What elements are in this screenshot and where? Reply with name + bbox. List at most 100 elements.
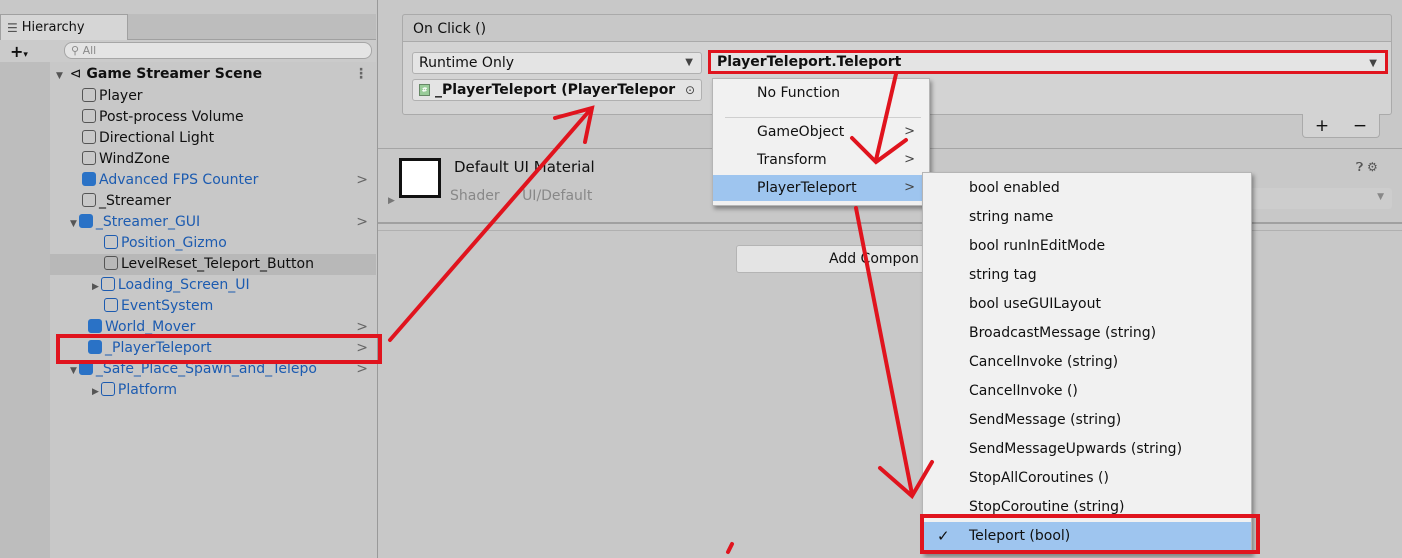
menu-item-cancelinvoke-string[interactable]: CancelInvoke (string): [923, 348, 1251, 376]
menu-item-sendmessage[interactable]: SendMessage (string): [923, 406, 1251, 434]
foldout-closed-icon[interactable]: ▶: [92, 387, 99, 397]
item-label: WindZone: [99, 151, 170, 167]
prefab-cube-icon: [82, 172, 96, 186]
item-label: Platform: [117, 382, 177, 398]
prefab-cube-icon: [78, 214, 93, 228]
foldout-open-icon[interactable]: ▼: [70, 219, 77, 229]
shader-label: Shader: [450, 188, 500, 204]
foldout-closed-icon[interactable]: ▶: [388, 196, 395, 206]
kebab-menu-icon[interactable]: ⋮: [354, 64, 368, 85]
onclick-header: On Click (): [402, 14, 1392, 42]
menu-item-bool-runineditmode[interactable]: bool runInEditMode: [923, 232, 1251, 260]
hierarchy-item-streamer-gui[interactable]: ▼ _Streamer_GUI >: [50, 212, 376, 233]
search-icon: ⚲: [71, 44, 80, 57]
hierarchy-item-levelreset-teleport-button[interactable]: LevelReset_Teleport_Button: [50, 254, 376, 275]
gameobject-cube-icon: [104, 298, 118, 312]
hierarchy-item-position-gizmo[interactable]: Position_Gizmo: [50, 233, 376, 254]
menu-item-label: bool enabled: [969, 180, 1060, 196]
chevron-right-icon[interactable]: >: [356, 212, 368, 233]
function-dropdown[interactable]: PlayerTeleport.Teleport ▼: [708, 50, 1388, 74]
unity-scene-icon: ⊲: [69, 66, 82, 82]
hierarchy-item-loading-screen-ui[interactable]: ▶ Loading_Screen_UI: [50, 275, 376, 296]
hierarchy-item-eventsystem[interactable]: EventSystem: [50, 296, 376, 317]
item-label: Advanced FPS Counter: [99, 172, 259, 188]
gameobject-cube-icon: [104, 256, 118, 270]
foldout-open-icon[interactable]: ▼: [70, 366, 77, 376]
add-listener-button[interactable]: +: [1315, 116, 1329, 136]
hierarchy-item-advanced-fps-counter[interactable]: Advanced FPS Counter >: [50, 170, 376, 191]
search-placeholder: All: [82, 44, 97, 57]
annotation-box-teleport-bool: [920, 514, 1260, 554]
menu-item-label: SendMessage (string): [969, 412, 1122, 428]
hierarchy-item-player[interactable]: Player: [50, 86, 376, 107]
annotation-mark: [726, 542, 734, 554]
shader-dropdown[interactable]: ▼: [1230, 188, 1392, 209]
hierarchy-gutter: [0, 62, 50, 558]
menu-item-playerteleport[interactable]: PlayerTeleport >: [713, 175, 929, 201]
hierarchy-tab-label: Hierarchy: [21, 20, 85, 35]
gameobject-cube-icon: [104, 235, 118, 249]
menu-item-bool-useguilayout[interactable]: bool useGUILayout: [923, 290, 1251, 318]
material-preview: [399, 158, 441, 198]
menu-item-gameobject[interactable]: GameObject >: [713, 119, 929, 145]
foldout-closed-icon[interactable]: ▶: [92, 282, 99, 292]
add-component-button[interactable]: Add Compon: [736, 245, 936, 273]
gameobject-cube-icon: [82, 109, 96, 123]
menu-item-label: SendMessageUpwards (string): [969, 441, 1183, 457]
menu-item-transform[interactable]: Transform >: [713, 147, 929, 173]
gameobject-cube-icon: [82, 151, 96, 165]
menu-item-string-tag[interactable]: string tag: [923, 261, 1251, 289]
hierarchy-item-windzone[interactable]: WindZone: [50, 149, 376, 170]
caret-down-icon: ▼: [1369, 58, 1377, 69]
menu-item-label: bool useGUILayout: [969, 296, 1101, 312]
csharp-script-icon: #: [419, 84, 430, 96]
hierarchy-item-directional-light[interactable]: Directional Light: [50, 128, 376, 149]
menu-item-no-function[interactable]: No Function: [713, 80, 929, 106]
list-add-remove: + −: [1302, 114, 1380, 138]
menu-item-label: BroadcastMessage (string): [969, 325, 1157, 341]
create-button[interactable]: +▾: [10, 42, 28, 61]
hierarchy-toolbar: +▾ ⚲ All: [0, 40, 376, 62]
chevron-right-icon[interactable]: >: [356, 170, 368, 191]
call-state-dropdown[interactable]: Runtime Only ▼: [412, 52, 702, 74]
hierarchy-tab[interactable]: ☰ Hierarchy: [0, 14, 128, 40]
menu-item-bool-enabled[interactable]: bool enabled: [923, 174, 1251, 202]
item-label: LevelReset_Teleport_Button: [121, 256, 314, 272]
menu-item-label: bool runInEditMode: [969, 238, 1106, 254]
chevron-right-icon: >: [904, 180, 915, 195]
scene-name: Game Streamer Scene: [86, 66, 263, 82]
hierarchy-tab-bar: [128, 14, 376, 40]
foldout-open-icon[interactable]: ▼: [56, 71, 63, 81]
item-label: World_Mover: [105, 319, 196, 335]
material-name: Default UI Material: [454, 158, 595, 176]
item-label: _Streamer_GUI: [95, 214, 201, 230]
shader-value: UI/Default: [522, 188, 593, 204]
menu-item-string-name[interactable]: string name: [923, 203, 1251, 231]
help-icon[interactable]: ❓︎: [1356, 160, 1363, 174]
hierarchy-search-input[interactable]: ⚲ All: [64, 42, 372, 59]
menu-item-broadcastmessage[interactable]: BroadcastMessage (string): [923, 319, 1251, 347]
menu-item-cancelinvoke[interactable]: CancelInvoke (): [923, 377, 1251, 405]
menu-item-label: StopAllCoroutines (): [969, 470, 1109, 486]
gear-icon[interactable]: ⚙: [1367, 160, 1378, 174]
chevron-right-icon: >: [904, 124, 915, 139]
target-object-field[interactable]: # _PlayerTeleport (PlayerTelepor ⊙: [412, 79, 702, 101]
call-state-value: Runtime Only: [419, 55, 514, 71]
prefab-cube-icon: [88, 319, 102, 333]
menu-item-label: No Function: [757, 85, 841, 101]
menu-item-sendmessageupwards[interactable]: SendMessageUpwards (string): [923, 435, 1251, 463]
gameobject-cube-icon: [82, 88, 96, 102]
hierarchy-item-platform[interactable]: ▶ Platform: [50, 380, 376, 401]
annotation-box-playerteleport: [56, 334, 382, 364]
function-value: PlayerTeleport.Teleport: [717, 54, 902, 70]
menu-item-stopallcoroutines[interactable]: StopAllCoroutines (): [923, 464, 1251, 492]
menu-item-label: string tag: [969, 267, 1037, 283]
item-label: Loading_Screen_UI: [117, 277, 250, 293]
scene-row[interactable]: ▼ ⊲ Game Streamer Scene ⋮: [50, 64, 376, 85]
caret-down-icon: ▼: [685, 57, 693, 68]
hierarchy-item-streamer[interactable]: _Streamer: [50, 191, 376, 212]
material-header-icons: ❓︎ ⚙: [1356, 160, 1378, 175]
object-picker-icon[interactable]: ⊙: [685, 80, 695, 100]
hierarchy-item-post-process-volume[interactable]: Post-process Volume: [50, 107, 376, 128]
remove-listener-button[interactable]: −: [1353, 116, 1367, 136]
